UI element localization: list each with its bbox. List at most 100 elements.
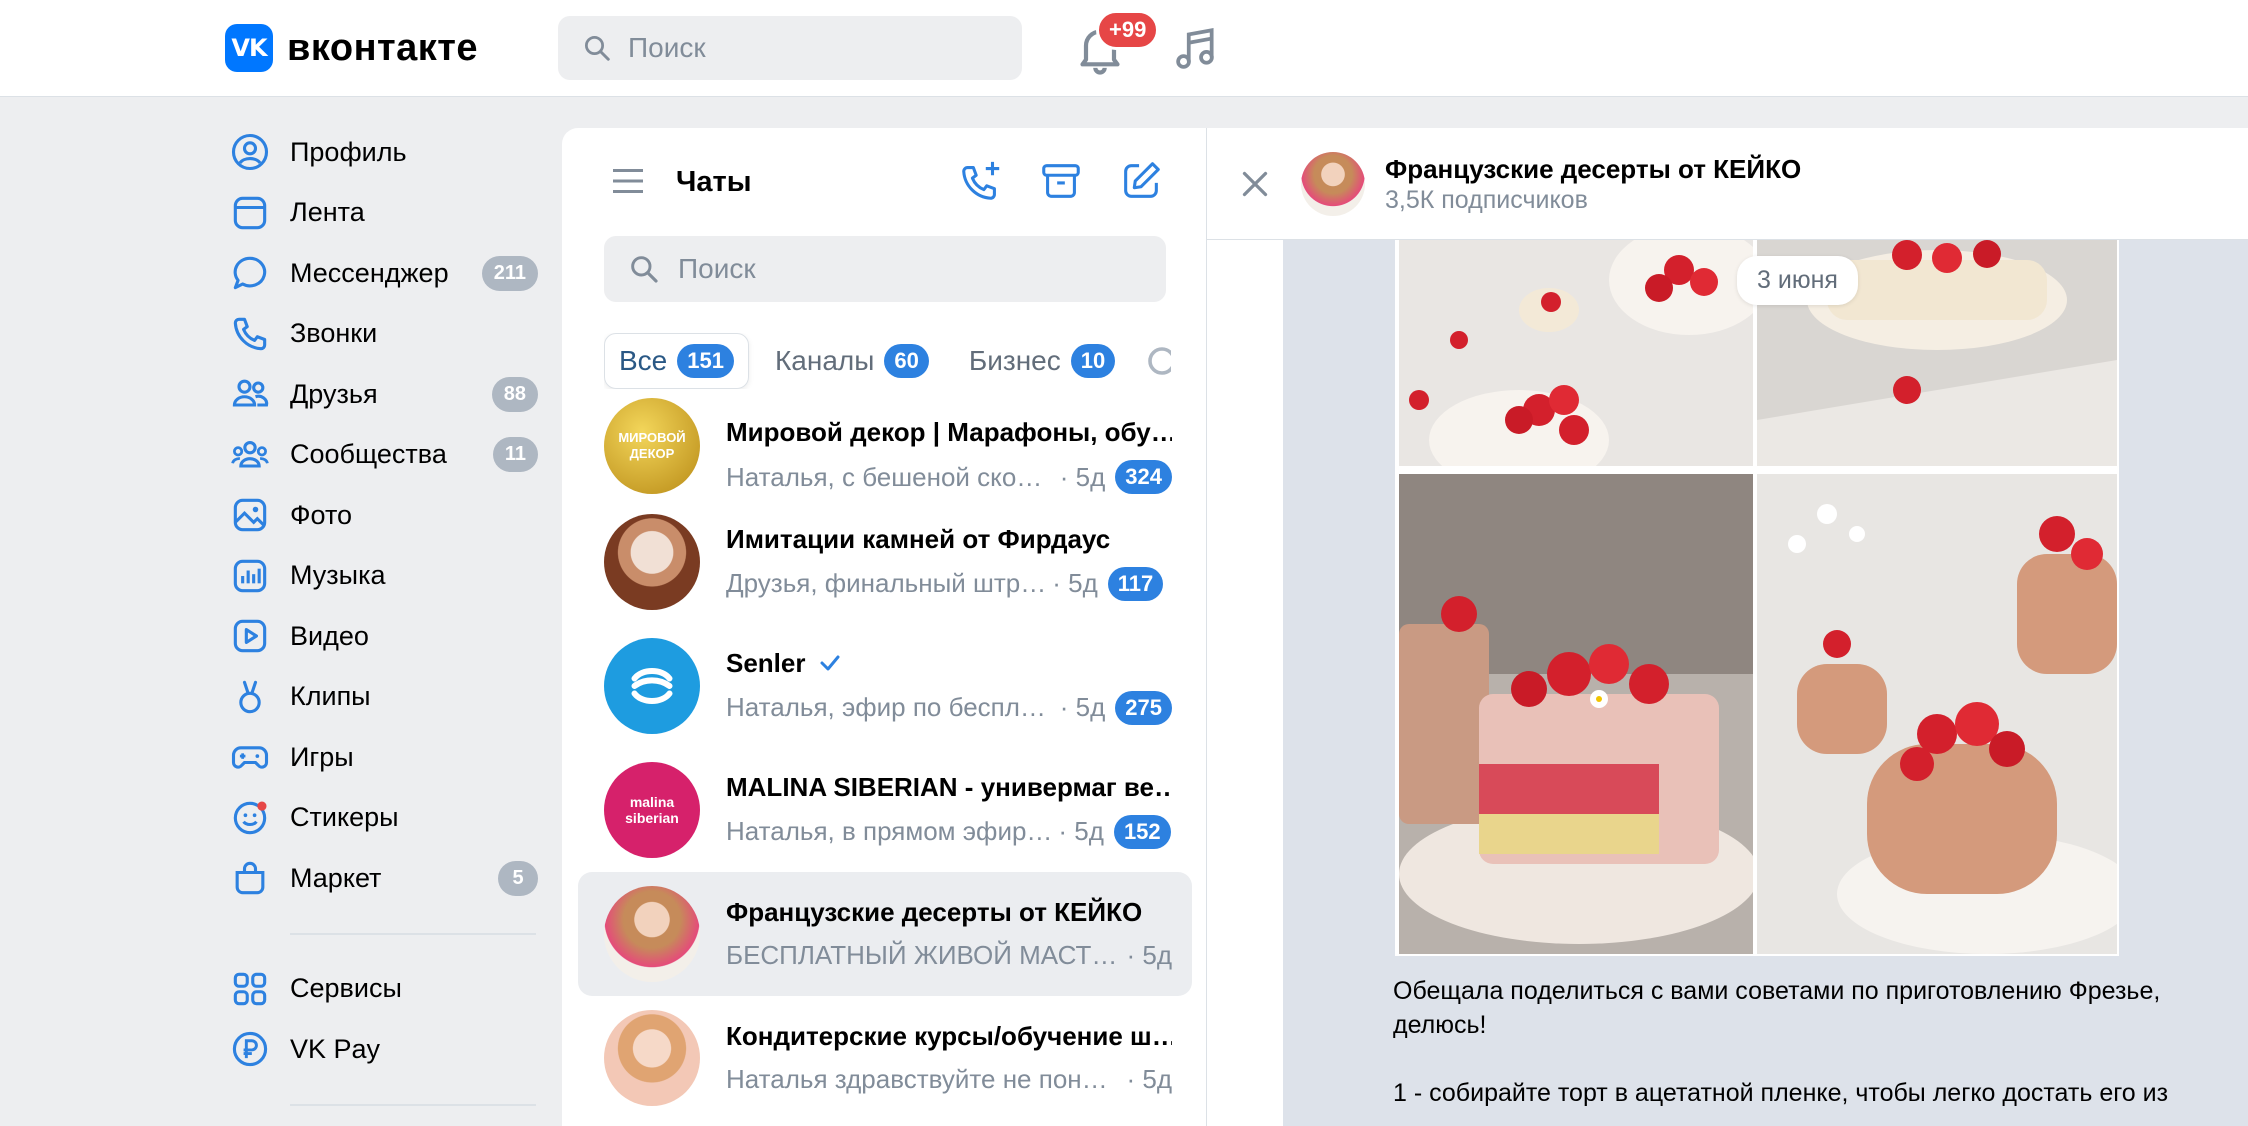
- chat-preview: Наталья, с бешеной скор…: [726, 461, 1054, 492]
- chat-body: MALINA SIBERIAN - универмаг ве… Наталья,…: [726, 772, 1172, 849]
- chat-preview-line: Наталья здравствуйте не поня… · 5д: [726, 1064, 1172, 1095]
- chat-preview: Друзья, финальный штр…: [726, 568, 1047, 598]
- tab-count-badge: 10: [1070, 344, 1116, 378]
- compose-icon[interactable]: [1118, 158, 1164, 204]
- nav-count-badge: 5: [498, 860, 538, 896]
- chat-time: · 5д: [1058, 816, 1104, 846]
- conversation-header: Французские десерты от КЕЙКО 3,5К подпис…: [1207, 128, 2248, 240]
- list-item[interactable]: Кондитерские курсы/обучение ш… Наталья з…: [578, 996, 1192, 1120]
- stickers-icon: [233, 801, 267, 834]
- photo-icon: [233, 499, 267, 532]
- nav-item-messenger[interactable]: Мессенджер 211: [228, 243, 538, 304]
- tab-business[interactable]: Бизнес 10: [955, 333, 1129, 389]
- conversation-avatar[interactable]: [1301, 152, 1365, 216]
- nav-label: Маркет: [290, 862, 382, 893]
- nav-divider: [290, 932, 536, 935]
- chat-body: Имитации камней от Фирдаус Друзья, финал…: [726, 524, 1172, 601]
- communities-icon: [231, 440, 269, 468]
- chat-avatar: [604, 1010, 700, 1106]
- chat-time: · 5д: [1059, 461, 1106, 492]
- notifications-badge: +99: [1096, 10, 1160, 50]
- verified-check-icon: [820, 655, 839, 671]
- message-photo-grid: [1395, 240, 2119, 956]
- nav-item-photos[interactable]: Фото: [228, 485, 538, 546]
- list-item[interactable]: Имитации камней от Фирдаус Друзья, финал…: [578, 500, 1192, 624]
- top-search-placeholder: Поиск: [628, 32, 706, 63]
- chat-preview-line: Наталья, эфир по беспла… · 5д 275: [726, 690, 1172, 725]
- conversation-title[interactable]: Французские десерты от КЕЙКО: [1385, 154, 1801, 185]
- chat-preview: Наталья, эфир по беспла…: [726, 692, 1054, 722]
- chat-time: · 5д: [1126, 940, 1172, 970]
- unread-badge: 117: [1107, 566, 1164, 601]
- nav-item-market[interactable]: Маркет 5: [228, 848, 538, 909]
- phone-icon: [233, 317, 267, 350]
- chat-preview: Наталья здравствуйте не поня…: [726, 1064, 1121, 1094]
- vk-logo-mark: VK: [225, 24, 273, 72]
- tab-all[interactable]: Все 151: [604, 333, 749, 389]
- top-search-input[interactable]: Поиск: [558, 16, 1022, 80]
- nav-label: Сообщества: [290, 439, 447, 470]
- close-icon[interactable]: [1237, 166, 1273, 202]
- search-icon: [631, 256, 658, 283]
- nav-item-clips[interactable]: Клипы: [228, 667, 538, 728]
- chat-time: · 5д: [1059, 692, 1106, 722]
- chat-preview-line: БЕСПЛАТНЫЙ ЖИВОЙ МАСТЕ… · 5д: [726, 940, 1172, 971]
- chat-time: · 5д: [1052, 568, 1098, 598]
- chat-name: Мировой декор | Марафоны, обу…: [726, 417, 1172, 447]
- nav-item-vkpay[interactable]: VK Pay: [228, 1019, 538, 1080]
- market-icon: [235, 862, 265, 895]
- nav-label: Друзья: [290, 378, 378, 409]
- list-item[interactable]: МИРОВОЙ ДЕКОР Мировой декор | Марафоны, …: [578, 398, 1192, 500]
- chats-panel: Чаты Поиск Все 151 Каналы 60 Бизнес 10 М…: [562, 128, 1207, 1126]
- message-photo[interactable]: [1399, 240, 1753, 466]
- nav-label: Видео: [290, 620, 369, 651]
- vkpay-icon: [232, 1032, 268, 1067]
- list-item[interactable]: malina siberian MALINA SIBERIAN - универ…: [578, 748, 1192, 872]
- profile-icon: [231, 134, 269, 171]
- nav-item-games[interactable]: Игры: [228, 727, 538, 788]
- chats-search-placeholder: Поиск: [678, 253, 756, 284]
- video-icon: [233, 620, 267, 653]
- tab-count-badge: 60: [884, 344, 929, 378]
- nav-item-music[interactable]: Музыка: [228, 546, 538, 607]
- nav-label: Музыка: [290, 560, 386, 591]
- more-tabs-icon[interactable]: [1141, 341, 1172, 381]
- archive-icon[interactable]: [1038, 158, 1084, 204]
- chat-filter-tabs: Все 151 Каналы 60 Бизнес 10: [604, 333, 1206, 389]
- nav-item-stickers[interactable]: Стикеры: [228, 788, 538, 849]
- message-photo[interactable]: [1757, 474, 2117, 954]
- nav-item-feed[interactable]: Лента: [228, 183, 538, 244]
- message-photo[interactable]: [1399, 474, 1753, 954]
- nav-label: Лента: [290, 197, 365, 228]
- avatar-text: malina siberian: [625, 794, 679, 826]
- conversation-subtitle: 3,5К подписчиков: [1385, 186, 1588, 214]
- list-item[interactable]: Senler Наталья, эфир по беспла… · 5д 275: [578, 624, 1192, 748]
- list-item-selected[interactable]: Французские десерты от КЕЙКО БЕСПЛАТНЫЙ …: [578, 872, 1192, 996]
- nav-item-profile[interactable]: Профиль: [228, 122, 538, 183]
- music-note-icon[interactable]: [1170, 24, 1220, 74]
- message-paragraph: 1 - собирайте торт в ацетатной пленке, ч…: [1393, 1079, 2169, 1107]
- services-icon: [233, 972, 267, 1005]
- date-divider-pill: 3 июня: [1737, 256, 1858, 305]
- nav-item-video[interactable]: Видео: [228, 606, 538, 667]
- chat-preview-line: Наталья, в прямом эфир… · 5д 152: [726, 814, 1172, 849]
- add-call-icon[interactable]: [958, 158, 1004, 204]
- chat-avatar: [604, 638, 700, 734]
- message-text: Обещала поделиться с вами советами по пр…: [1393, 974, 2233, 1126]
- chat-avatar: malina siberian: [604, 762, 700, 858]
- left-nav: Профиль Лента Мессенджер 211 Звонки Друз…: [228, 122, 538, 1126]
- nav-divider: [290, 1103, 536, 1106]
- photo-basket-cakes: [1757, 474, 2117, 954]
- chats-search-input[interactable]: Поиск: [604, 236, 1166, 302]
- nav-item-friends[interactable]: Друзья 88: [228, 364, 538, 425]
- nav-item-calls[interactable]: Звонки: [228, 304, 538, 365]
- nav-item-communities[interactable]: Сообщества 11: [228, 425, 538, 486]
- nav-label: Стикеры: [290, 802, 399, 833]
- nav-item-services[interactable]: Сервисы: [228, 959, 538, 1020]
- menu-icon[interactable]: [610, 166, 646, 196]
- chat-avatar: [604, 886, 700, 982]
- nav-label: VK Pay: [290, 1033, 381, 1064]
- vk-logo[interactable]: VK вконтакте: [225, 24, 478, 72]
- tab-channels[interactable]: Каналы 60: [761, 333, 943, 389]
- chat-avatar: [604, 514, 700, 610]
